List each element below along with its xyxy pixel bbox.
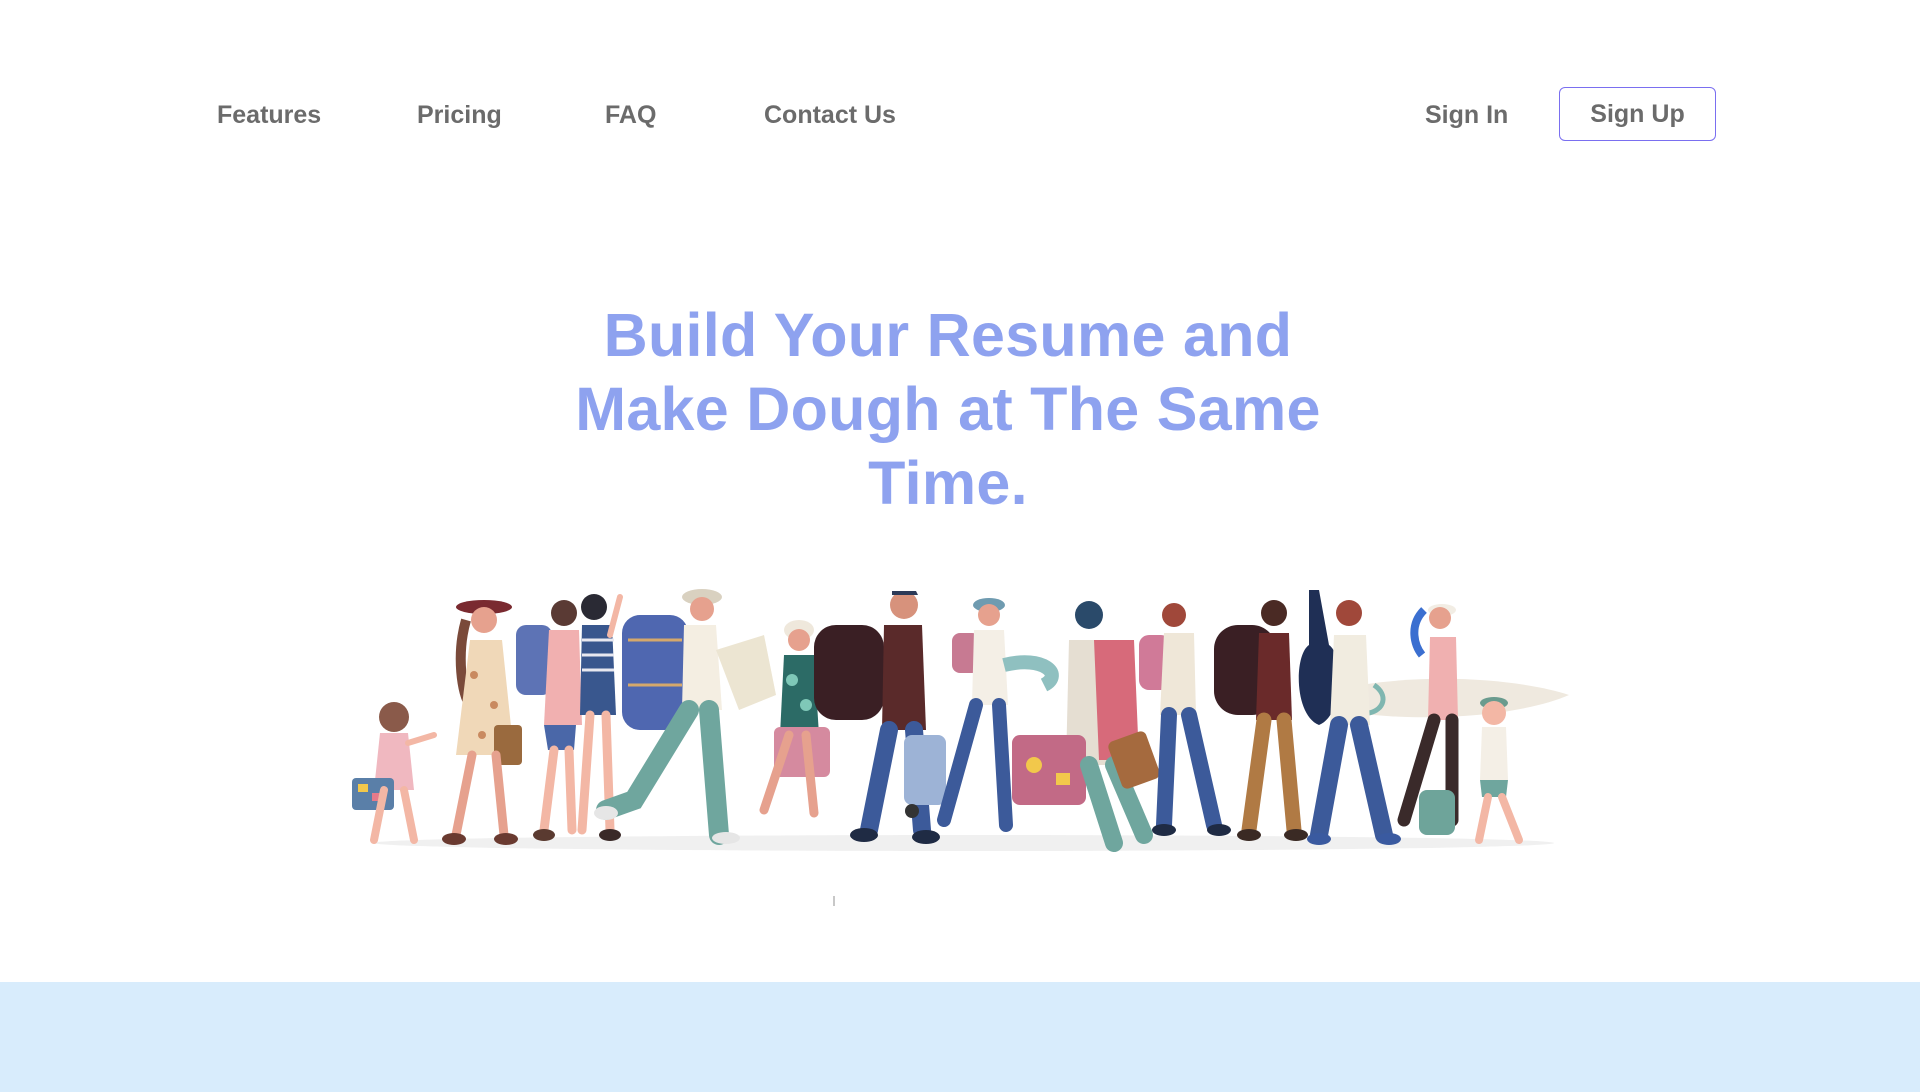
traveler-woman-hat [442, 600, 522, 845]
traveler-guitar [1298, 590, 1401, 845]
travelers-crowd-illustration [352, 589, 1569, 852]
traveler-child-cap [1475, 697, 1523, 844]
nav-pricing-link[interactable]: Pricing [417, 98, 502, 132]
nav-contact-us-link[interactable]: Contact Us [764, 98, 896, 132]
traveler-backpacker-map [594, 589, 776, 845]
separator-mark [833, 896, 835, 906]
nav-features-link[interactable]: Features [217, 98, 321, 132]
nav-faq-link[interactable]: FAQ [605, 98, 656, 132]
bottom-section-band [0, 982, 1920, 1092]
traveler-bearded-backpacker [814, 591, 946, 844]
top-nav: Features Pricing FAQ Contact Us Sign In … [0, 0, 1920, 230]
traveler-surfer [1397, 604, 1459, 835]
sign-in-link[interactable]: Sign In [1425, 98, 1508, 132]
traveler-brown-pants [1214, 600, 1308, 841]
traveler-child [352, 702, 437, 844]
sign-up-button[interactable]: Sign Up [1559, 87, 1716, 141]
traveler-woman-scarf [1012, 601, 1160, 852]
hero-title: Build Your Resume and Make Dough at The … [575, 301, 1321, 517]
